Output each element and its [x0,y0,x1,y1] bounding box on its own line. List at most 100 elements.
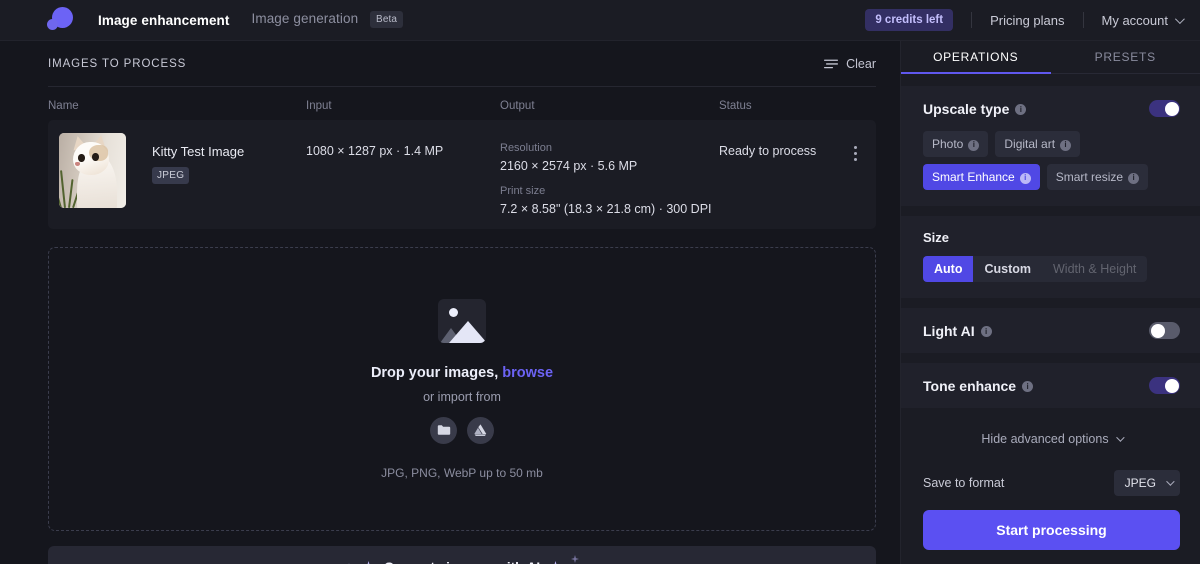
generate-with-ai-bar[interactable]: Generate images with AI [48,546,876,564]
image-name: Kitty Test Image [152,144,245,159]
tone-enhance-toggle[interactable] [1149,377,1180,394]
primary-nav: Image enhancement Image generation Beta [98,11,404,29]
hide-advanced-options-button[interactable]: Hide advanced options [923,418,1180,450]
upscale-type-label: Upscale type [923,100,1010,117]
chip-digital-art-label: Digital art [1004,137,1056,151]
output-printsize-group: Print size 7.2 × 8.58" (18.3 × 21.8 cm) … [500,185,719,216]
nav-item-pricing-plans[interactable]: Pricing plans [990,13,1064,28]
info-icon[interactable] [1019,172,1031,184]
image-placeholder-icon [438,298,486,343]
panel-body: Upscale type Photo Digital [901,74,1200,564]
placeholder-hill-front [449,320,486,343]
pricing-plans-label: Pricing plans [990,12,1065,28]
chip-smart-resize[interactable]: Smart resize [1046,164,1149,190]
chevron-down-icon [1166,477,1175,486]
info-icon[interactable] [980,326,992,337]
tab-operations[interactable]: OPERATIONS [901,41,1051,74]
upscale-type-header: Upscale type [923,100,1180,117]
my-account-label: My account [1101,12,1168,28]
print-size-label: Print size [500,185,546,197]
kebab-menu-icon[interactable] [846,144,864,161]
dropzone-title-text: Drop your images, [370,364,499,381]
advanced-section: Hide advanced options Save to format JPE… [901,418,1200,498]
app-root: Image enhancement Image generation Beta … [0,0,1200,564]
import-from-label: or import from [423,389,501,404]
drive-glyph [474,424,487,436]
size-option-custom[interactable]: Custom [973,256,1042,282]
format-badge: JPEG [152,167,190,184]
tone-enhance-header: Tone enhance [923,377,1180,394]
column-header-name: Name [48,100,79,112]
table-row[interactable]: Kitty Test Image JPEG 1080 × 1287 px · 1… [48,120,876,229]
size-width-height-field[interactable]: Width & Height [1042,256,1148,282]
save-to-format-select[interactable]: JPEG [1113,470,1180,496]
size-segmented-control: Auto Custom Width & Height [923,256,1148,282]
bubbles-logo-icon[interactable] [46,6,74,34]
size-card: Size Auto Custom Width & Height [901,216,1200,298]
tab-presets-label: PRESETS [1094,50,1156,64]
chip-photo-label: Photo [932,137,964,151]
toggle-knob [1150,323,1165,338]
sparkle-icon [554,560,557,564]
status-badge: Ready to process [719,144,817,158]
upscale-type-toggle[interactable] [1149,100,1180,117]
save-to-format-label: Save to format [923,476,1005,490]
cell-output: Resolution 2160 × 2574 px · 5.6 MP Print… [500,133,719,216]
cell-status: Ready to process [719,133,876,161]
cat-nose [75,162,80,166]
column-header-output: Output [500,100,535,112]
cta-wrapper: Start processing [901,498,1200,550]
nav-item-image-enhancement[interactable]: Image enhancement [98,13,230,28]
beta-badge: Beta [370,11,404,28]
info-icon[interactable] [1022,381,1034,392]
placeholder-sun [449,307,458,317]
image-dropzone[interactable]: Drop your images, browse or import from [48,247,876,531]
import-sources [430,416,494,444]
browse-link[interactable]: browse [502,365,553,381]
size-option-auto[interactable]: Auto [923,256,974,282]
size-label: Size [923,230,950,245]
info-icon[interactable] [1015,104,1027,115]
info-icon[interactable] [968,139,980,151]
nav-divider [1082,12,1084,28]
logo-circle-small [47,19,58,30]
toggle-knob [1164,101,1179,116]
tone-enhance-card: Tone enhance [901,363,1200,408]
info-icon[interactable] [1128,172,1140,184]
clear-label: Clear [846,57,876,71]
chevron-down-icon [1115,433,1125,442]
chip-smart-enhance-label: Smart Enhance [932,170,1015,184]
resolution-value: 2160 × 2574 px · 5.6 MP [500,159,638,173]
google-drive-icon[interactable] [467,416,494,444]
panel-tabs: OPERATIONS PRESETS [901,41,1200,74]
toggle-knob [1164,378,1179,393]
resolution-label: Resolution [500,142,552,154]
chip-digital-art[interactable]: Digital art [995,131,1081,157]
tone-enhance-label: Tone enhance [923,377,1017,394]
operations-panel: OPERATIONS PRESETS Upscale type i Photo … [900,41,1200,564]
tab-operations-label: OPERATIONS [933,50,1019,64]
info-icon[interactable] [1060,139,1072,151]
clear-button[interactable]: Clear [824,57,876,71]
sparkle-icon [571,555,580,563]
light-ai-label: Light AI [923,322,975,339]
nav-right-group: 9 credits left Pricing plans My account [865,9,1185,31]
page-title: IMAGES TO PROCESS [48,58,187,70]
credits-badge[interactable]: 9 credits left [865,9,954,31]
tab-presets[interactable]: PRESETS [1051,41,1200,73]
start-processing-button[interactable]: Start processing [923,510,1180,550]
chip-smart-enhance[interactable]: Smart Enhance [923,164,1040,190]
tone-enhance-label-group: Tone enhance [923,377,1034,394]
print-size-value: 7.2 × 8.58" (18.3 × 21.8 cm) · 300 DPI [500,202,712,216]
save-to-format-row: Save to format JPEG [923,450,1180,498]
folder-icon[interactable] [430,416,457,444]
generate-with-ai-label: Generate images with AI [384,560,540,564]
cat-photo-thumbnail[interactable] [59,133,126,208]
chip-photo[interactable]: Photo [923,131,989,157]
section-header: IMAGES TO PROCESS Clear [48,41,876,77]
nav-label-image-generation: Image generation [251,11,359,26]
dropzone-title: Drop your images, browse [371,365,553,381]
nav-item-my-account[interactable]: My account [1101,12,1185,28]
light-ai-toggle[interactable] [1149,322,1180,339]
nav-item-image-generation[interactable]: Image generation Beta [252,11,404,29]
